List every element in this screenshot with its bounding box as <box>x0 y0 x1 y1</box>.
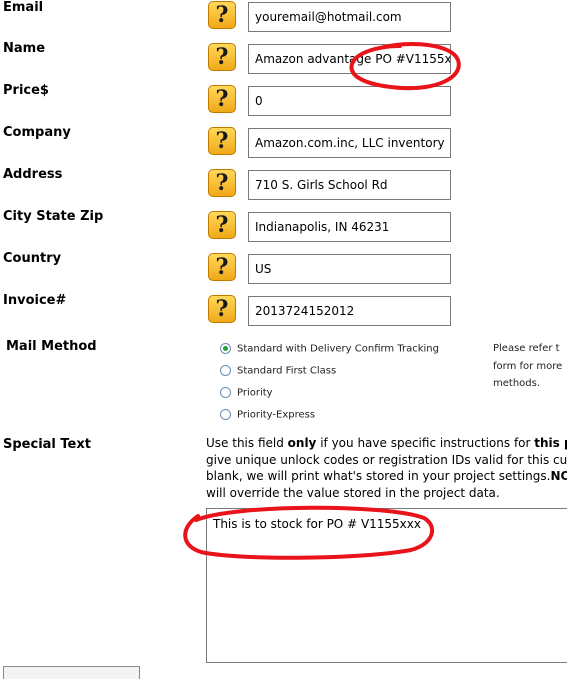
field-label-country: Country <box>3 251 62 266</box>
help-icon[interactable]: ? <box>208 253 236 281</box>
special-text-label: Special Text <box>3 437 91 452</box>
submit-button-edge[interactable] <box>3 666 140 679</box>
note-line: Please refer t <box>493 343 560 354</box>
special-text-value: This is to stock for PO # V1155xxx <box>213 517 421 531</box>
help-icon[interactable]: ? <box>208 295 236 323</box>
field-label-email: Email <box>3 0 44 15</box>
instruction-line: blank, we will print what's stored in yo… <box>206 469 567 483</box>
field-label-invoice: Invoice# <box>3 293 67 308</box>
mail-option-priority[interactable]: Priority <box>220 387 273 399</box>
address-field[interactable]: 710 S. Girls School Rd <box>248 170 451 200</box>
mail-method-label: Mail Method <box>6 339 97 354</box>
mail-option-label: Standard First Class <box>237 365 337 377</box>
mail-option-label: Standard with Delivery Confirm Tracking <box>237 343 439 355</box>
instruction-line: give unique unlock codes or registration… <box>206 452 567 467</box>
mail-option-standard-confirm[interactable]: Standard with Delivery Confirm Tracking <box>220 343 439 355</box>
instruction-line: will override the value stored in the pr… <box>206 485 500 500</box>
field-label-city-state-zip: City State Zip <box>3 209 104 224</box>
instruction-line: Use this field only if you have specific… <box>206 436 567 450</box>
company-field[interactable]: Amazon.com.inc, LLC inventory <box>248 128 451 158</box>
mail-method-note: Please refer t form for more methods. <box>493 340 567 393</box>
help-icon[interactable]: ? <box>208 169 236 197</box>
help-icon[interactable]: ? <box>208 85 236 113</box>
radio-button[interactable] <box>220 365 231 376</box>
field-label-company: Company <box>3 125 71 140</box>
radio-button[interactable] <box>220 409 231 420</box>
price-field[interactable]: 0 <box>248 86 451 116</box>
radio-button-selected[interactable] <box>220 343 231 354</box>
help-icon[interactable]: ? <box>208 43 236 71</box>
mail-option-label: Priority <box>237 387 273 399</box>
mail-option-standard-first-class[interactable]: Standard First Class <box>220 365 336 377</box>
note-line: form for more <box>493 360 563 372</box>
mail-option-label: Priority-Express <box>237 409 316 421</box>
field-label-price: Price$ <box>3 83 49 98</box>
field-label-address: Address <box>3 167 63 182</box>
name-field[interactable]: Amazon advantage PO #V1155xx <box>248 44 451 74</box>
city-state-zip-field[interactable]: Indianapolis, IN 46231 <box>248 212 451 242</box>
special-text-textarea[interactable]: This is to stock for PO # V1155xxx <box>206 508 567 663</box>
email-field[interactable]: youremail@hotmail.com <box>248 2 451 32</box>
field-label-name: Name <box>3 41 46 56</box>
mail-option-priority-express[interactable]: Priority-Express <box>220 409 315 421</box>
special-text-instructions: Use this field only if you have specific… <box>206 435 567 501</box>
note-line: methods. <box>493 378 541 389</box>
invoice-field[interactable]: 2013724152012 <box>248 296 451 326</box>
help-icon[interactable]: ? <box>208 211 236 239</box>
help-icon[interactable]: ? <box>208 1 236 29</box>
radio-button[interactable] <box>220 387 231 398</box>
country-field[interactable]: US <box>248 254 451 284</box>
help-icon[interactable]: ? <box>208 127 236 155</box>
